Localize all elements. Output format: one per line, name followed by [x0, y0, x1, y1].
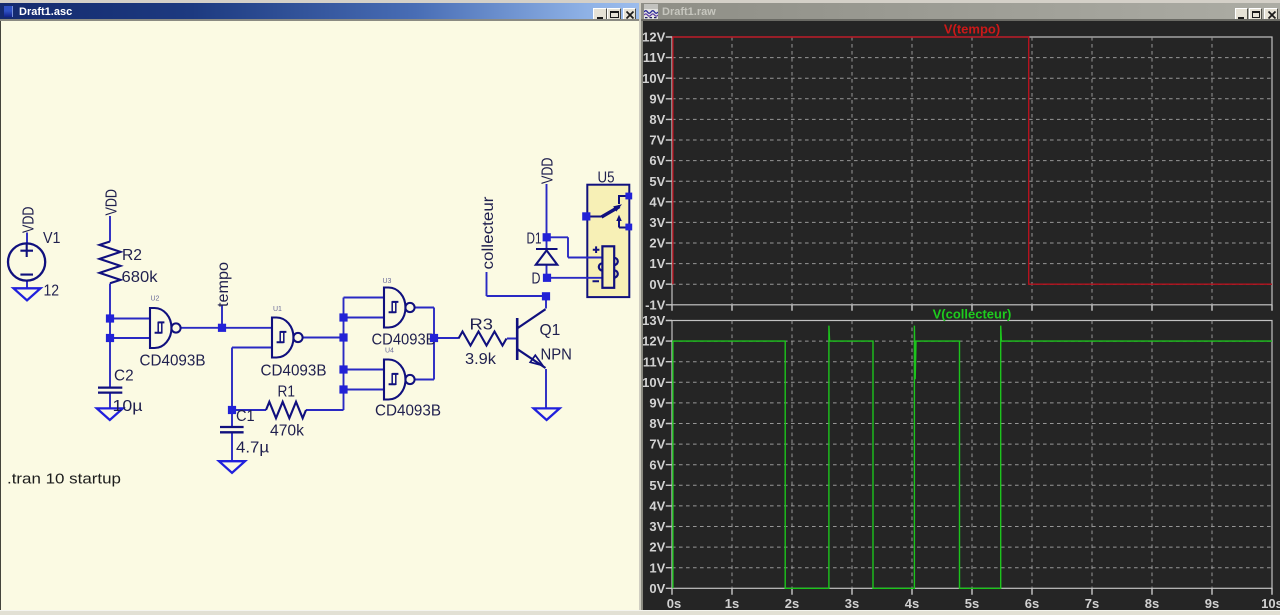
svg-text:R2: R2 [122, 247, 142, 264]
svg-text:4V: 4V [649, 499, 665, 514]
svg-text:7s: 7s [1085, 596, 1099, 611]
svg-text:3V: 3V [649, 215, 665, 230]
svg-text:U4: U4 [385, 348, 394, 355]
svg-text:1V: 1V [649, 560, 665, 575]
svg-text:-1V: -1V [645, 297, 666, 312]
svg-text:3.9k: 3.9k [465, 351, 496, 368]
svg-text:12V: 12V [642, 334, 665, 349]
svg-text:0V: 0V [649, 277, 665, 292]
svg-text:11V: 11V [643, 50, 666, 65]
svg-text:0V: 0V [649, 581, 665, 596]
svg-text:C2: C2 [114, 368, 134, 385]
svg-text:12: 12 [44, 283, 60, 300]
svg-text:8V: 8V [649, 112, 665, 127]
svg-text:3V: 3V [649, 519, 665, 534]
svg-text:V(tempo): V(tempo) [944, 22, 1000, 37]
svg-text:11V: 11V [643, 354, 666, 369]
svg-text:8V: 8V [649, 416, 665, 431]
svg-text:1s: 1s [725, 596, 739, 611]
svg-text:7V: 7V [649, 133, 665, 148]
svg-text:D: D [532, 271, 541, 288]
svg-text:13V: 13V [642, 313, 665, 328]
svg-text:4.7µ: 4.7µ [236, 440, 269, 457]
svg-text:0s: 0s [667, 596, 681, 611]
svg-text:10V: 10V [642, 375, 665, 390]
svg-text:10s: 10s [1261, 596, 1280, 611]
svg-text:U5: U5 [598, 170, 615, 187]
svg-text:C1: C1 [236, 408, 255, 425]
svg-text:5s: 5s [965, 596, 979, 611]
svg-text:VDD: VDD [21, 207, 38, 234]
svg-text:5V: 5V [649, 478, 665, 493]
svg-text:CD4093B: CD4093B [375, 403, 441, 420]
svg-text:6V: 6V [649, 153, 665, 168]
svg-text:U3: U3 [383, 278, 392, 285]
svg-text:9V: 9V [649, 396, 665, 411]
svg-text:8s: 8s [1145, 596, 1159, 611]
svg-text:NPN: NPN [541, 347, 572, 364]
svg-text:Q1: Q1 [540, 322, 561, 339]
svg-text:U1: U1 [273, 306, 282, 313]
svg-text:V(collecteur): V(collecteur) [933, 307, 1012, 322]
svg-text:6V: 6V [649, 457, 665, 472]
svg-text:1V: 1V [649, 256, 665, 271]
svg-text:R3: R3 [470, 317, 494, 334]
svg-text:U2: U2 [151, 296, 160, 303]
svg-text:470k: 470k [270, 423, 304, 440]
svg-text:5V: 5V [649, 174, 665, 189]
svg-text:V1: V1 [43, 230, 61, 247]
svg-text:VDD: VDD [540, 158, 557, 185]
svg-text:9s: 9s [1205, 596, 1219, 611]
svg-text:2V: 2V [649, 236, 665, 251]
svg-text:6s: 6s [1025, 596, 1039, 611]
svg-text:collecteur: collecteur [480, 196, 497, 270]
svg-text:2s: 2s [785, 596, 799, 611]
svg-text:12V: 12V [642, 30, 665, 45]
svg-text:VDD: VDD [103, 189, 120, 216]
svg-text:CD4093B: CD4093B [261, 363, 327, 380]
svg-text:2V: 2V [649, 540, 665, 555]
svg-text:4s: 4s [905, 596, 919, 611]
svg-text:10µ: 10µ [113, 398, 143, 415]
svg-text:R1: R1 [278, 384, 296, 401]
svg-text:7V: 7V [649, 437, 665, 452]
svg-text:4V: 4V [649, 194, 665, 209]
svg-text:.tran 10 startup: .tran 10 startup [7, 471, 121, 488]
svg-text:10V: 10V [642, 71, 665, 86]
svg-text:3s: 3s [845, 596, 859, 611]
svg-text:D1: D1 [527, 231, 542, 248]
svg-text:tempo: tempo [215, 262, 232, 307]
svg-text:680k: 680k [122, 269, 158, 286]
svg-text:CD4093B: CD4093B [372, 332, 436, 349]
svg-text:9V: 9V [649, 91, 665, 106]
svg-text:CD4093B: CD4093B [140, 353, 206, 370]
